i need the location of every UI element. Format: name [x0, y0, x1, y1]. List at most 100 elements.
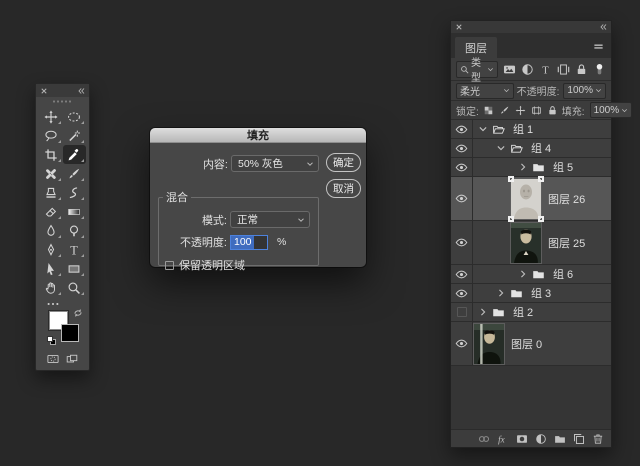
- new-adjustment-icon[interactable]: [535, 433, 547, 445]
- screen-mode-icon[interactable]: [65, 353, 79, 365]
- eyedropper-tool[interactable]: [63, 145, 87, 164]
- panel-grip[interactable]: [36, 97, 89, 106]
- chevron-down-icon[interactable]: [478, 124, 488, 134]
- layer-row[interactable]: 组 6: [451, 265, 611, 284]
- zoom-tool[interactable]: [63, 278, 87, 297]
- magic-wand-tool[interactable]: [63, 126, 87, 145]
- layer-row[interactable]: 图层 26: [451, 177, 611, 221]
- layer-row[interactable]: 图层 0: [451, 322, 611, 366]
- close-icon[interactable]: [455, 23, 463, 31]
- layer-row[interactable]: 组 5: [451, 158, 611, 177]
- layer-fill-value: 100%: [594, 105, 620, 116]
- swap-colors-icon[interactable]: [73, 308, 83, 318]
- path-select-icon: [44, 262, 58, 276]
- collapse-panel-icon[interactable]: [599, 23, 607, 31]
- lasso-tool[interactable]: [39, 126, 63, 145]
- folder-icon: [509, 142, 524, 155]
- healing-brush-tool[interactable]: [39, 164, 63, 183]
- mode-select[interactable]: 正常: [230, 211, 310, 228]
- default-colors-icon[interactable]: [47, 336, 56, 345]
- delete-layer-icon[interactable]: [592, 433, 604, 445]
- eraser-tool[interactable]: [39, 202, 63, 221]
- smudge-tool[interactable]: [39, 221, 63, 240]
- new-layer-icon[interactable]: [573, 433, 585, 445]
- visibility-toggle[interactable]: [451, 139, 473, 157]
- content-select[interactable]: 50% 灰色: [231, 155, 319, 172]
- visibility-toggle[interactable]: [451, 158, 473, 176]
- pen-tool[interactable]: [39, 240, 63, 259]
- filter-image-icon[interactable]: [503, 63, 516, 76]
- panel-menu-icon[interactable]: [592, 41, 605, 52]
- layer-thumbnail[interactable]: [474, 324, 504, 364]
- chevron-right-icon[interactable]: [518, 162, 528, 172]
- new-group-icon[interactable]: [554, 433, 566, 445]
- hand-tool[interactable]: [39, 278, 63, 297]
- link-layers-icon[interactable]: [478, 433, 490, 445]
- search-icon: [460, 65, 469, 74]
- layers-panel-header: [451, 21, 611, 33]
- filter-toggle-icon[interactable]: [593, 63, 606, 76]
- folder-icon: [531, 268, 546, 281]
- layer-opacity-select[interactable]: 100%: [563, 83, 606, 99]
- lock-position-icon[interactable]: [515, 105, 526, 116]
- gradient-tool[interactable]: [63, 202, 87, 221]
- layer-name: 图层 0: [511, 336, 542, 352]
- opacity-input[interactable]: 100: [230, 235, 268, 250]
- dodge-icon: [67, 224, 81, 238]
- layer-row[interactable]: 组 1: [451, 120, 611, 139]
- close-icon[interactable]: [40, 87, 48, 95]
- lock-artboard-icon[interactable]: [531, 105, 542, 116]
- chevron-down-icon[interactable]: [496, 143, 506, 153]
- filter-kind-select[interactable]: 类型: [456, 61, 498, 78]
- fill-dialog: 填充 内容: 50% 灰色 确定 取消 混合 模式: 正常 不透明度:: [150, 128, 366, 267]
- chevron-right-icon[interactable]: [496, 288, 506, 298]
- preserve-transparency-checkbox[interactable]: [165, 261, 174, 270]
- layer-row[interactable]: 组 2: [451, 303, 611, 322]
- folder-icon: [509, 287, 524, 300]
- lock-all-icon[interactable]: [547, 105, 558, 116]
- filter-adjustment-icon[interactable]: [521, 63, 534, 76]
- layer-thumbnail[interactable]: [511, 179, 541, 219]
- dialog-title[interactable]: 填充: [150, 128, 366, 143]
- filter-type-icon[interactable]: T: [539, 63, 552, 76]
- filter-frame-icon[interactable]: [557, 63, 570, 76]
- filter-lock-icon[interactable]: [575, 63, 588, 76]
- quick-mask-icon[interactable]: [46, 353, 60, 365]
- background-color-swatch[interactable]: [61, 324, 79, 342]
- visibility-toggle[interactable]: [451, 322, 473, 365]
- blend-mode-select[interactable]: 柔光: [456, 83, 514, 99]
- ok-button[interactable]: 确定: [326, 153, 361, 172]
- crop-tool[interactable]: [39, 145, 63, 164]
- move-tool[interactable]: [39, 107, 63, 126]
- visibility-toggle[interactable]: [451, 284, 473, 302]
- cancel-button[interactable]: 取消: [326, 179, 361, 198]
- layer-effects-icon[interactable]: fx: [497, 433, 509, 445]
- visibility-toggle[interactable]: [451, 303, 473, 321]
- visibility-toggle[interactable]: [451, 177, 473, 220]
- shape-tool[interactable]: [63, 259, 87, 278]
- brush-tool[interactable]: [63, 164, 87, 183]
- chevron-right-icon[interactable]: [478, 307, 488, 317]
- collapse-panel-icon[interactable]: [77, 87, 85, 95]
- layer-row[interactable]: 组 4: [451, 139, 611, 158]
- clone-stamp-tool[interactable]: [39, 183, 63, 202]
- dodge-tool[interactable]: [63, 221, 87, 240]
- history-brush-tool[interactable]: [63, 183, 87, 202]
- chevron-right-icon[interactable]: [518, 269, 528, 279]
- path-select-tool[interactable]: [39, 259, 63, 278]
- visibility-toggle[interactable]: [451, 265, 473, 283]
- visibility-toggle[interactable]: [451, 221, 473, 264]
- layer-row[interactable]: 组 3: [451, 284, 611, 303]
- lock-pixels-icon[interactable]: [499, 105, 510, 116]
- lock-transparent-icon[interactable]: [483, 105, 494, 116]
- layers-filter-row: 类型 T: [451, 58, 611, 81]
- layer-thumbnail[interactable]: [511, 223, 541, 263]
- content-label: 内容:: [150, 156, 228, 172]
- layer-row[interactable]: 图层 25: [451, 221, 611, 265]
- add-mask-icon[interactable]: [516, 433, 528, 445]
- type-tool[interactable]: T: [63, 240, 87, 259]
- layer-fill-select[interactable]: 100%: [590, 102, 633, 118]
- marquee-tool[interactable]: [63, 107, 87, 126]
- visibility-toggle[interactable]: [451, 120, 473, 138]
- opacity-label: 不透明度:: [159, 234, 227, 250]
